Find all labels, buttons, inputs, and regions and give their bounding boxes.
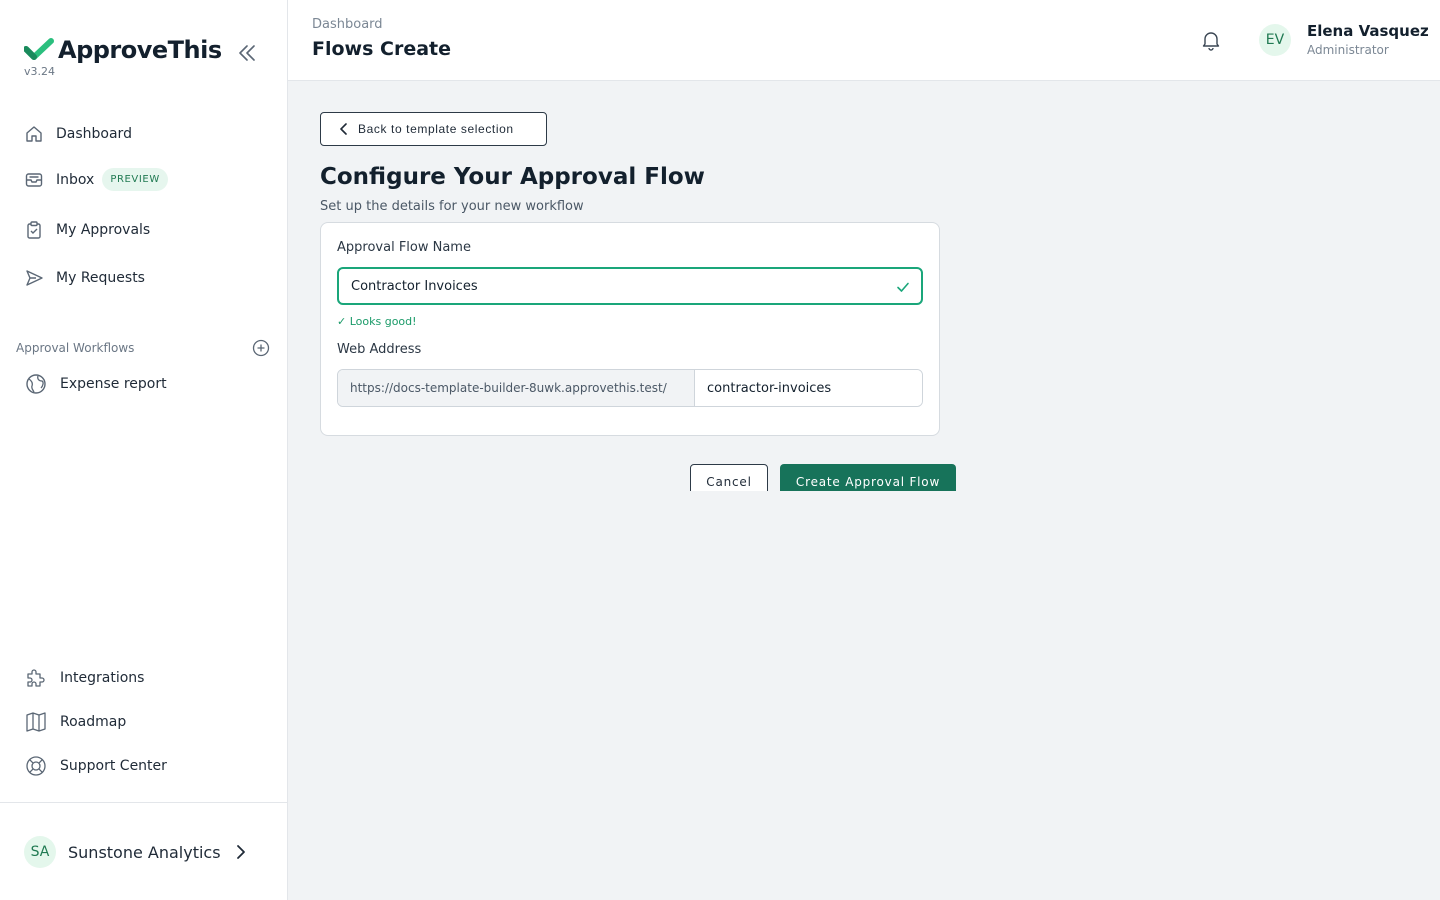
- organization-switcher[interactable]: SA Sunstone Analytics: [24, 836, 247, 868]
- user-avatar[interactable]: EV: [1259, 24, 1291, 56]
- url-slug-input[interactable]: [695, 370, 922, 406]
- globe-icon: [24, 372, 48, 396]
- web-address-field: https://docs-template-builder-8uwk.appro…: [337, 369, 923, 407]
- breadcrumb[interactable]: Dashboard: [312, 17, 383, 32]
- back-button-label: Back to template selection: [358, 122, 514, 136]
- org-avatar: SA: [24, 836, 56, 868]
- puzzle-icon: [24, 666, 48, 690]
- sidebar-item-label: My Approvals: [56, 222, 151, 238]
- sidebar-item-label: Expense report: [60, 376, 167, 392]
- form-subheading: Set up the details for your new workflow: [320, 199, 584, 214]
- sidebar-item-expense-report[interactable]: Expense report: [24, 372, 167, 396]
- create-approval-flow-button[interactable]: Create Approval Flow: [780, 464, 956, 491]
- web-address-label: Web Address: [337, 342, 422, 357]
- inbox-icon: [24, 170, 44, 190]
- sidebar-item-roadmap[interactable]: Roadmap: [24, 710, 126, 734]
- url-prefix: https://docs-template-builder-8uwk.appro…: [338, 370, 695, 406]
- preview-badge: PREVIEW: [102, 168, 168, 191]
- flow-name-input[interactable]: [337, 267, 923, 305]
- org-name: Sunstone Analytics: [68, 842, 221, 862]
- form-heading: Configure Your Approval Flow: [320, 164, 705, 190]
- send-icon: [24, 268, 44, 288]
- sidebar-item-integrations[interactable]: Integrations: [24, 666, 144, 690]
- flow-name-label: Approval Flow Name: [337, 240, 471, 255]
- logo-check-icon: [23, 38, 54, 62]
- validation-message: ✓ Looks good!: [337, 315, 417, 328]
- sidebar-item-label: Support Center: [60, 758, 167, 774]
- sidebar-item-label: My Requests: [56, 270, 145, 286]
- sidebar-divider: [0, 802, 287, 803]
- sidebar-item-label: Inbox: [56, 171, 95, 188]
- map-icon: [24, 710, 48, 734]
- lifebuoy-icon: [24, 754, 48, 778]
- top-header: Dashboard Flows Create EV Elena Vasquez …: [288, 0, 1440, 81]
- app-logo[interactable]: ApproveThis: [23, 36, 222, 64]
- sidebar-item-my-requests[interactable]: My Requests: [24, 268, 145, 288]
- workflows-section-title: Approval Workflows: [16, 341, 135, 355]
- user-name: Elena Vasquez: [1307, 22, 1429, 40]
- sidebar-item-inbox[interactable]: Inbox PREVIEW: [24, 168, 168, 191]
- add-workflow-icon[interactable]: [252, 339, 270, 357]
- clipboard-icon: [24, 220, 44, 240]
- cancel-button[interactable]: Cancel: [690, 464, 768, 491]
- user-role: Administrator: [1307, 43, 1389, 57]
- valid-check-icon: [895, 279, 911, 295]
- sidebar-item-label: Dashboard: [56, 126, 132, 142]
- sidebar-item-label: Roadmap: [60, 714, 127, 730]
- flow-config-card: Approval Flow Name ✓ Looks good! Web Add…: [320, 222, 940, 436]
- sidebar: ApproveThis v3.24 Dashboard Inbox PREVIE…: [0, 0, 288, 900]
- sidebar-item-dashboard[interactable]: Dashboard: [24, 124, 132, 144]
- sidebar-item-support-center[interactable]: Support Center: [24, 754, 167, 778]
- chevron-right-icon: [235, 844, 247, 860]
- back-to-templates-button[interactable]: Back to template selection: [320, 112, 547, 146]
- sidebar-item-label: Integrations: [60, 670, 145, 686]
- collapse-sidebar-icon[interactable]: [236, 42, 258, 64]
- page-title: Flows Create: [312, 38, 452, 60]
- chevron-left-icon: [340, 123, 347, 135]
- app-name: ApproveThis: [58, 36, 222, 64]
- notification-bell-icon[interactable]: [1200, 29, 1222, 51]
- form-actions: Cancel Create Approval Flow: [680, 460, 970, 491]
- home-icon: [24, 124, 44, 144]
- app-version: v3.24: [24, 65, 56, 78]
- sidebar-item-my-approvals[interactable]: My Approvals: [24, 220, 150, 240]
